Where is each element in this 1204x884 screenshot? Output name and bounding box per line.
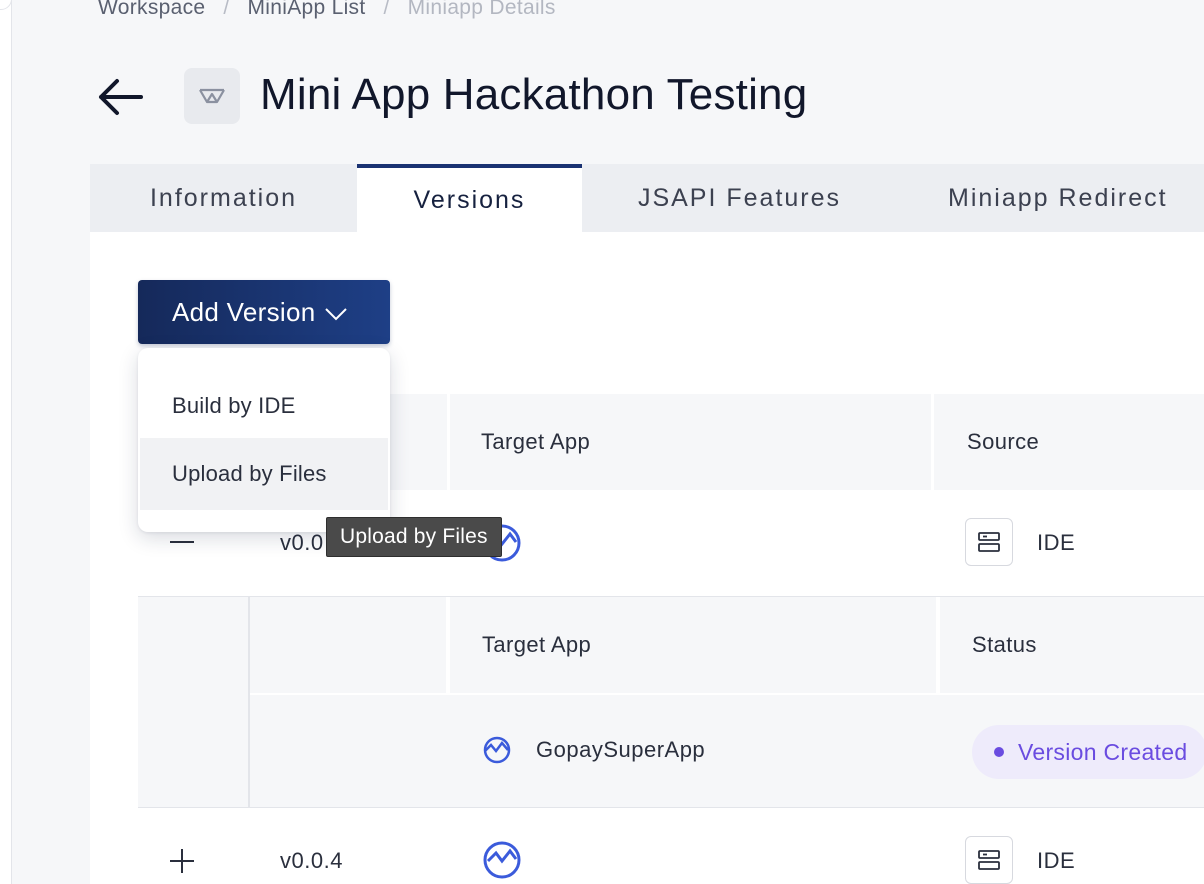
server-icon [965, 518, 1013, 566]
source-label: IDE [1037, 530, 1076, 555]
menu-item-build-by-ide[interactable]: Build by IDE [140, 370, 388, 442]
status-badge: Version Created [972, 725, 1204, 779]
arrow-left-icon [99, 79, 143, 115]
add-version-button[interactable]: Add Version [138, 280, 390, 344]
miniapp-logo-icon [199, 88, 225, 104]
add-version-label: Add Version [172, 296, 316, 327]
tab-information[interactable]: Information [90, 164, 357, 232]
breadcrumb-separator: / [383, 0, 390, 19]
tab-bar: Information Versions JSAPI Features Mini… [90, 164, 1204, 232]
subheader-target-app: Target App [482, 632, 592, 657]
rail-toggle[interactable] [0, 0, 12, 10]
server-icon [965, 836, 1013, 884]
chevron-down-icon [324, 308, 347, 321]
breadcrumb-current: Miniapp Details [407, 0, 556, 19]
target-app-name: GopaySuperApp [536, 737, 706, 762]
source-label: IDE [1037, 848, 1076, 873]
breadcrumb-workspace[interactable]: Workspace [98, 0, 205, 20]
header-source: Source [967, 429, 1040, 454]
breadcrumb: Workspace / MiniApp List / Miniapp Detai… [98, 0, 556, 22]
breadcrumb-miniapp-list[interactable]: MiniApp List [248, 0, 366, 20]
add-version-dropdown: Build by IDE Upload by Files [138, 348, 390, 532]
subtable-header: Target App Status [250, 597, 1204, 693]
status-dot [994, 747, 1004, 757]
subtable-inner: Target App Status GopaySuperApp Version … [248, 597, 1204, 807]
version-number: v0.0.4 [280, 848, 343, 873]
column-divider [936, 597, 940, 693]
breadcrumb-separator: / [223, 0, 230, 19]
header-target-app: Target App [481, 429, 591, 454]
tab-miniapp-redirect[interactable]: Miniapp Redirect [897, 164, 1204, 232]
tab-jsapi-features[interactable]: JSAPI Features [582, 164, 897, 232]
menu-item-upload-by-files[interactable]: Upload by Files [140, 438, 388, 510]
version-detail-subtable: Target App Status GopaySuperApp Version … [138, 596, 1204, 808]
tooltip: Upload by Files [326, 517, 502, 557]
subtable-row[interactable]: GopaySuperApp Version Created [250, 693, 1204, 807]
gopay-app-icon [483, 736, 511, 764]
column-divider [931, 394, 934, 490]
back-button[interactable] [96, 72, 146, 122]
subheader-status: Status [972, 632, 1037, 657]
gopay-app-icon [483, 841, 521, 879]
status-label: Version Created [1018, 738, 1188, 765]
app-logo [184, 68, 240, 124]
left-rail [0, 0, 12, 884]
column-divider [447, 394, 450, 490]
tab-versions[interactable]: Versions [357, 164, 582, 232]
collapse-icon[interactable] [168, 528, 196, 556]
column-divider [446, 597, 450, 693]
table-row[interactable]: v0.0.4 IDE [138, 808, 1204, 884]
expand-icon[interactable] [168, 847, 196, 875]
page-title: Mini App Hackathon Testing [260, 70, 808, 119]
